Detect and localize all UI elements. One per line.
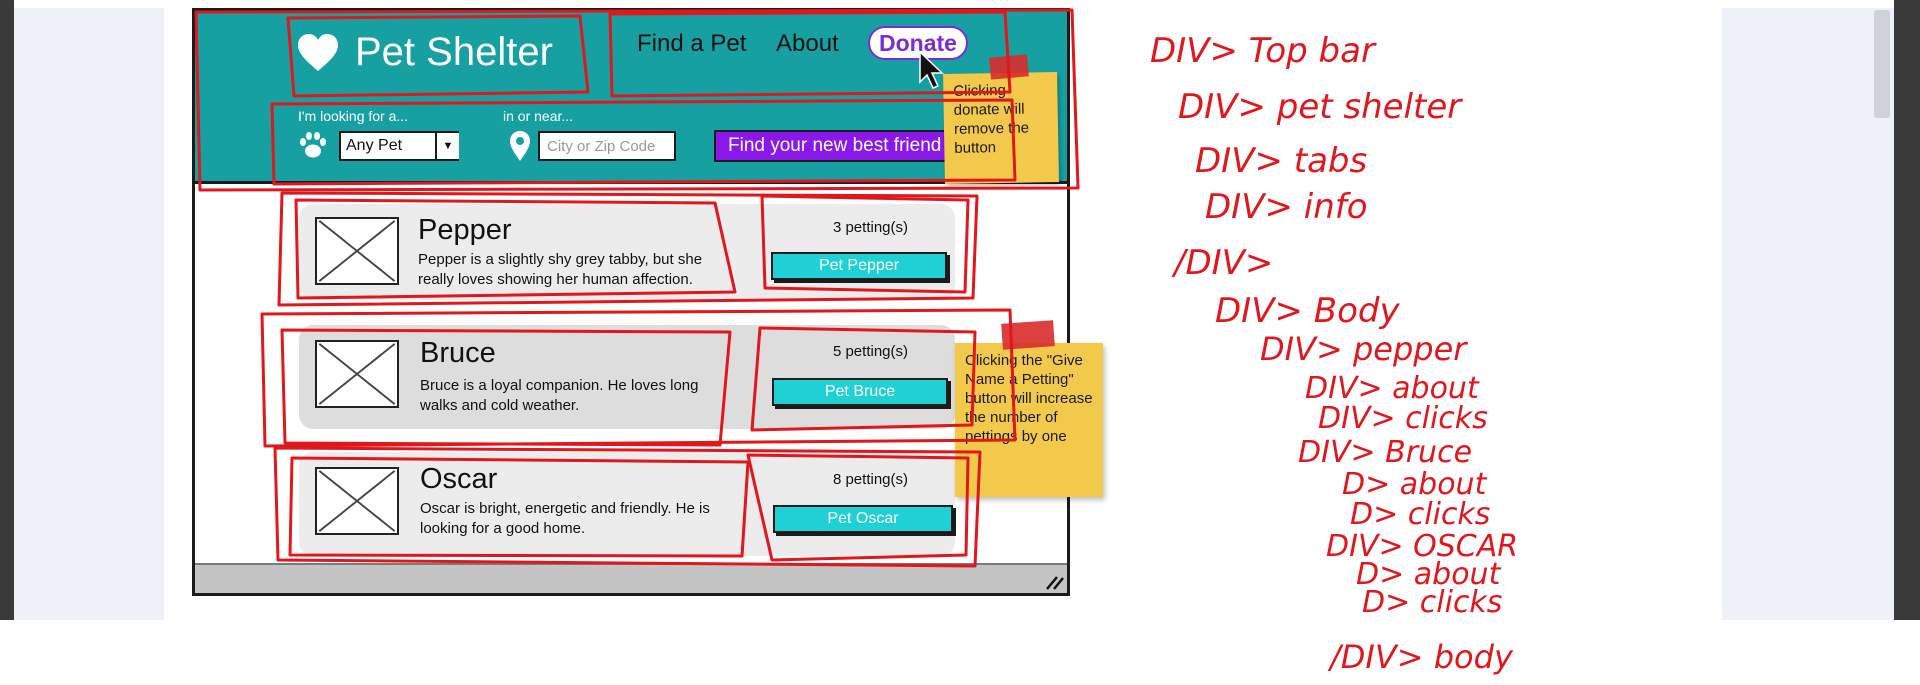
petting-count: 3 petting(s) (832, 219, 908, 236)
pet-name: Bruce (420, 337, 496, 369)
heart-icon (298, 34, 338, 71)
pet-oscar-button[interactable]: Pet Oscar (773, 505, 953, 533)
annotation-text: /DIV> (1171, 243, 1273, 283)
petting-count: 5 petting(s) (832, 343, 908, 360)
sticky-tape (1001, 320, 1055, 350)
annotation-text: DIV> pepper (1260, 330, 1468, 368)
nav-find-a-pet[interactable]: Find a Pet (637, 30, 746, 58)
pet-bruce-button[interactable]: Pet Bruce (772, 378, 948, 406)
pet-pepper-button[interactable]: Pet Pepper (771, 252, 947, 280)
location-pin-icon (510, 131, 530, 161)
find-best-friend-button[interactable]: Find your new best friend (714, 130, 956, 162)
annotation-text: D> clicks (1362, 585, 1502, 620)
petting-count: 8 petting(s) (832, 471, 908, 488)
annotation-text: D> about (1356, 557, 1502, 592)
annotation-text: /DIV> body (1327, 638, 1514, 676)
paw-icon (300, 132, 326, 158)
pet-description: Oscar is bright, energetic and friendly.… (420, 500, 710, 537)
annotation-text: DIV> OSCAR (1326, 529, 1518, 564)
header-divider (195, 181, 1067, 184)
near-label: in or near... (503, 108, 574, 124)
annotation-text: DIV> tabs (1195, 141, 1367, 181)
annotation-text: DIV> Body (1215, 291, 1400, 331)
pet-description: Pepper is a slightly shy grey tabby, but… (418, 251, 703, 288)
nav-about[interactable]: About (776, 30, 839, 58)
annotation-text: DIV> pet shelter (1178, 87, 1463, 127)
pet-name: Pepper (418, 214, 512, 246)
page-margin-right (1722, 8, 1894, 620)
annotation-text: DIV> clicks (1318, 401, 1488, 436)
sticky-note-petting: Clicking the "Give Name a Petting" butto… (955, 343, 1103, 497)
sticky-note-donate: Clicking donate will remove the button (943, 72, 1059, 184)
pet-description: Bruce is a loyal companion. He loves lon… (420, 377, 699, 414)
pet-photo-placeholder (315, 467, 399, 535)
annotation-text: DIV> Bruce (1298, 435, 1472, 470)
location-input[interactable] (538, 131, 676, 161)
window-edge-left (0, 0, 14, 620)
pet-photo-placeholder (315, 217, 399, 285)
annotation-text: DIV> Top bar (1150, 31, 1377, 71)
pet-name: Oscar (420, 463, 498, 495)
window-footer (195, 563, 1067, 593)
annotation-text: D> clicks (1350, 497, 1490, 532)
annotation-text: DIV> about (1305, 371, 1480, 406)
brand-title[interactable]: Pet Shelter (355, 30, 553, 75)
window-edge-right (1894, 0, 1920, 620)
annotation-text: D> about (1342, 467, 1488, 502)
resize-grip-icon[interactable] (1043, 572, 1065, 592)
chevron-down-icon[interactable]: ▼ (435, 133, 459, 159)
scrollbar-thumb[interactable] (1874, 10, 1890, 118)
looking-for-label: I'm looking for a... (298, 108, 409, 124)
page-margin-left (14, 8, 164, 620)
pet-photo-placeholder (315, 340, 399, 408)
sticky-tape (989, 54, 1029, 80)
annotation-text: DIV> info (1205, 187, 1368, 227)
